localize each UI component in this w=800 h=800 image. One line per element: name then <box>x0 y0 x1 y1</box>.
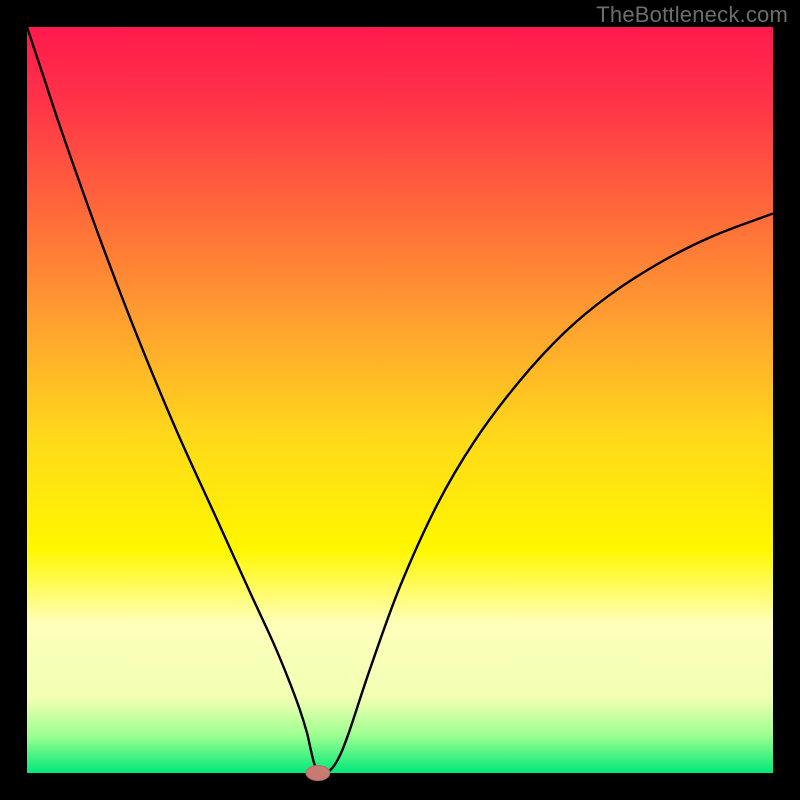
plot-background <box>27 27 773 773</box>
optimum-marker <box>306 766 330 781</box>
bottleneck-chart <box>0 0 800 800</box>
watermark-text: TheBottleneck.com <box>596 2 788 28</box>
chart-frame: TheBottleneck.com <box>0 0 800 800</box>
